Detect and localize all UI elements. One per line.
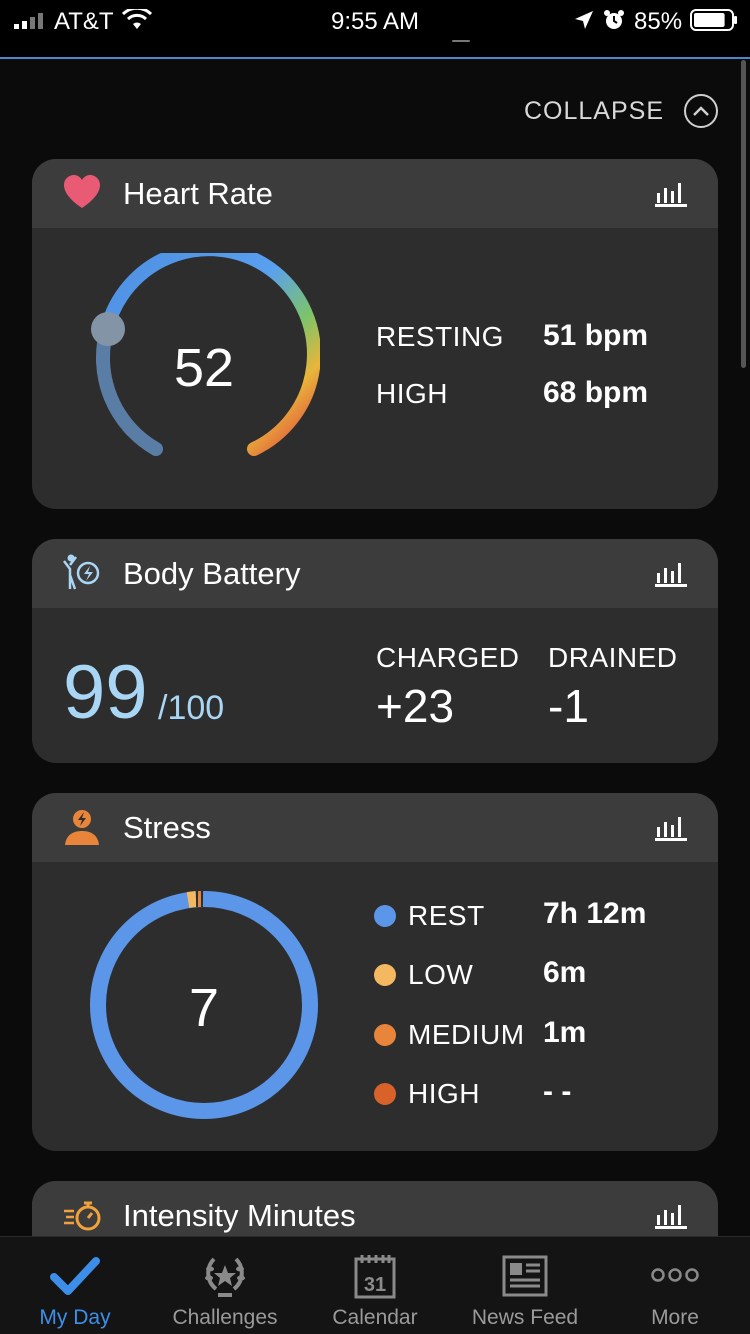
laurel-trophy-icon	[205, 1257, 245, 1297]
home-indicator	[452, 40, 470, 42]
medium-value: 1m	[543, 1016, 587, 1049]
low-dot	[374, 964, 396, 986]
high-value: - -	[543, 1075, 572, 1108]
high-label: HIGH	[408, 1078, 480, 1109]
high-dot	[374, 1083, 396, 1105]
calendar-icon: 31	[354, 1255, 396, 1299]
heart-rate-card[interactable]: Heart Rate 52 RESTING 51 bpm HIGH 68 bpm	[32, 159, 718, 509]
refresh-line	[0, 57, 750, 59]
heart-rate-header[interactable]: Heart Rate	[32, 159, 718, 228]
charged-label: CHARGED	[376, 642, 520, 673]
bar-chart-icon[interactable]	[654, 179, 688, 207]
charged-value: +23	[376, 680, 455, 732]
tab-my-day[interactable]: My Day	[0, 1237, 150, 1334]
tab-label: Challenges	[172, 1306, 278, 1329]
body-battery-value: 99	[63, 650, 148, 735]
drained-value: -1	[548, 680, 589, 732]
stress-row-high: HIGH	[374, 1078, 480, 1110]
tab-bar: My Day Challenges 31 Calendar News Feed	[0, 1236, 750, 1334]
stress-value: 7	[188, 978, 220, 1038]
chevron-up-icon	[684, 94, 718, 128]
drained-label: DRAINED	[548, 642, 678, 673]
alarm-icon	[604, 10, 624, 29]
high-label: HIGH	[376, 378, 448, 409]
body-battery-max: /100	[158, 689, 225, 727]
medium-dot	[374, 1024, 396, 1046]
heart-rate-value: 52	[173, 338, 235, 398]
checkmark-icon	[50, 1257, 100, 1295]
tab-more[interactable]: More	[600, 1237, 750, 1334]
calendar-day: 31	[364, 1274, 386, 1296]
tab-label: News Feed	[471, 1306, 579, 1329]
low-value: 6m	[543, 956, 587, 989]
status-bar: AT&T 9:55 AM 85%	[0, 0, 750, 58]
stopwatch-icon	[64, 1201, 101, 1231]
resting-label: RESTING	[376, 321, 504, 352]
stress-row-low: LOW	[374, 959, 473, 991]
collapse-button[interactable]: COLLAPSE	[524, 94, 718, 128]
tab-label: More	[651, 1306, 699, 1329]
body-battery-header[interactable]: Body Battery	[32, 539, 718, 608]
battery-icon	[690, 9, 737, 31]
battery-percent: 85%	[634, 8, 683, 35]
bar-chart-icon[interactable]	[654, 1201, 688, 1229]
card-title: Heart Rate	[123, 176, 273, 211]
more-dots-icon	[651, 1268, 699, 1282]
body-battery-card[interactable]: Body Battery 99 /100 CHARGED +23 DRAINED…	[32, 539, 718, 763]
collapse-label: COLLAPSE	[523, 96, 664, 125]
newspaper-icon	[502, 1255, 548, 1297]
location-arrow-icon	[575, 11, 593, 29]
heart-icon	[64, 175, 100, 208]
stress-header[interactable]: Stress	[32, 793, 718, 862]
tab-calendar[interactable]: 31 Calendar	[300, 1237, 450, 1334]
bar-chart-icon[interactable]	[654, 813, 688, 841]
tab-challenges[interactable]: Challenges	[150, 1237, 300, 1334]
stress-card[interactable]: Stress 7 REST 7h 12m LOW 6m MEDIUM 1m HI…	[32, 793, 718, 1151]
stress-row-rest: REST	[374, 900, 485, 932]
tab-label: My Day	[39, 1306, 111, 1329]
bar-chart-icon[interactable]	[654, 559, 688, 587]
tab-label: Calendar	[332, 1306, 418, 1329]
rest-label: REST	[408, 900, 485, 931]
stress-person-icon	[65, 810, 99, 845]
scrollbar[interactable]	[741, 60, 746, 368]
card-title: Intensity Minutes	[123, 1198, 356, 1233]
stress-row-medium: MEDIUM	[374, 1019, 525, 1051]
card-title: Stress	[123, 810, 211, 845]
low-label: LOW	[408, 959, 474, 990]
resting-value: 51 bpm	[543, 319, 649, 352]
medium-label: MEDIUM	[408, 1019, 525, 1050]
body-battery-icon	[63, 554, 100, 590]
card-title: Body Battery	[123, 556, 301, 591]
rest-value: 7h 12m	[543, 897, 647, 930]
rest-dot	[374, 905, 396, 927]
high-value: 68 bpm	[543, 376, 649, 409]
tab-news-feed[interactable]: News Feed	[450, 1237, 600, 1334]
